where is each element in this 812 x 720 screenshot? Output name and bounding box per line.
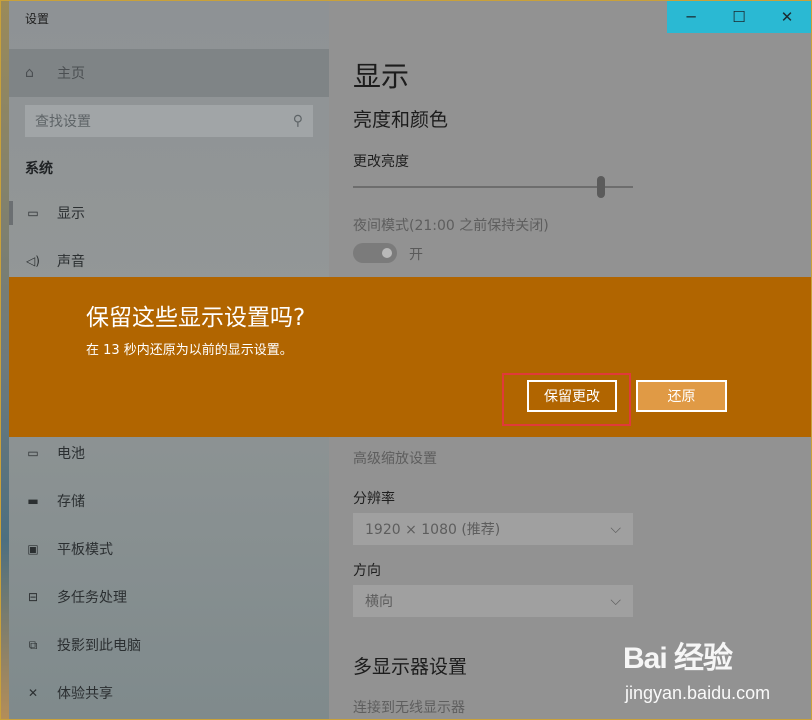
watermark-logo: Bai 经验 xyxy=(623,642,733,675)
multi-display-section-heading: 多显示器设置 xyxy=(353,656,468,678)
night-light-toggle[interactable] xyxy=(353,243,397,263)
search-icon: ⚲ xyxy=(292,113,303,129)
sidebar-item-home[interactable]: ⌂ 主页 xyxy=(9,49,329,97)
home-icon: ⌂ xyxy=(25,65,34,81)
sidebar-item-label: 显示 xyxy=(57,206,85,222)
sidebar-item-multitasking[interactable]: ⊟ 多任务处理 xyxy=(25,585,127,609)
brightness-label: 更改亮度 xyxy=(353,154,409,170)
close-button[interactable]: ✕ xyxy=(763,1,811,33)
maximize-button[interactable]: ☐ xyxy=(715,1,763,33)
sidebar-item-storage[interactable]: ▬ 存储 xyxy=(25,489,85,513)
sidebar-item-display[interactable]: ▭ 显示 xyxy=(25,201,85,225)
revert-button[interactable]: 还原 xyxy=(636,380,727,412)
brightness-slider-thumb[interactable] xyxy=(597,176,605,198)
search-input[interactable]: 查找设置 ⚲ xyxy=(25,105,313,137)
watermark-url: jingyan.baidu.com xyxy=(625,683,771,703)
chevron-down-icon: ⌵ xyxy=(610,521,621,537)
storage-icon: ▬ xyxy=(27,494,39,508)
monitor-icon: ▭ xyxy=(27,206,39,220)
brightness-slider-track[interactable] xyxy=(353,186,633,188)
sidebar-item-label: 电池 xyxy=(57,446,85,462)
caption-buttons: ─ ☐ ✕ xyxy=(667,1,811,33)
night-light-state: 开 xyxy=(409,247,423,263)
night-light-label: 夜间模式(21:00 之前保持关闭) xyxy=(353,218,549,234)
brightness-section-heading: 亮度和颜色 xyxy=(353,109,449,131)
settings-window: 设置 ─ ☐ ✕ ⌂ 主页 查找设置 ⚲ 系统 ▭ 显示 ◁) 声音 ▭ 电池 … xyxy=(0,0,812,720)
sidebar-item-tablet-mode[interactable]: ▣ 平板模式 xyxy=(25,537,113,561)
minimize-button[interactable]: ─ xyxy=(667,1,715,33)
battery-icon: ▭ xyxy=(27,446,39,460)
sidebar-item-label: 体验共享 xyxy=(57,686,113,702)
speaker-icon: ◁) xyxy=(26,254,40,268)
share-icon: ✕ xyxy=(27,686,39,700)
advanced-scaling-link[interactable]: 高级缩放设置 xyxy=(353,448,437,468)
sidebar-item-label: 投影到此电脑 xyxy=(57,638,141,654)
orientation-value: 横向 xyxy=(365,594,393,610)
sidebar-item-label: 存储 xyxy=(57,494,85,510)
sidebar-item-sound[interactable]: ◁) 声音 xyxy=(25,249,85,273)
dialog-message: 在 13 秒内还原为以前的显示设置。 xyxy=(86,343,293,358)
tablet-mode-icon: ▣ xyxy=(27,542,39,556)
wireless-display-link[interactable]: 连接到无线显示器 xyxy=(353,697,465,717)
sidebar-item-project[interactable]: ⧉ 投影到此电脑 xyxy=(25,633,141,657)
page-title: 显示 xyxy=(353,60,410,93)
sidebar-item-label: 声音 xyxy=(57,254,85,270)
annotation-highlight-box xyxy=(502,373,631,426)
dialog-title: 保留这些显示设置吗? xyxy=(86,305,306,331)
chevron-down-icon: ⌵ xyxy=(610,593,621,609)
toggle-knob xyxy=(382,248,392,258)
selection-indicator xyxy=(9,201,13,225)
sidebar-item-label: 平板模式 xyxy=(57,542,113,558)
resolution-dropdown[interactable]: 1920 × 1080 (推荐) ⌵ xyxy=(353,513,633,545)
sidebar-section-label: 系统 xyxy=(25,161,53,177)
window-title: 设置 xyxy=(25,12,50,26)
sidebar-item-battery[interactable]: ▭ 电池 xyxy=(25,441,85,465)
sidebar-item-label: 多任务处理 xyxy=(57,590,127,606)
sidebar-item-label: 主页 xyxy=(57,66,85,82)
resolution-label: 分辨率 xyxy=(353,491,395,507)
desktop-edge xyxy=(1,1,9,719)
project-icon: ⧉ xyxy=(28,637,38,652)
watermark: Bai 经验 jingyan.baidu.com xyxy=(623,633,809,715)
sidebar-item-shared-experiences[interactable]: ✕ 体验共享 xyxy=(25,681,113,705)
keep-display-settings-dialog: 保留这些显示设置吗? 在 13 秒内还原为以前的显示设置。 保留更改 还原 xyxy=(9,277,811,437)
orientation-label: 方向 xyxy=(353,563,381,579)
orientation-dropdown[interactable]: 横向 ⌵ xyxy=(353,585,633,617)
multitasking-icon: ⊟ xyxy=(27,590,39,604)
resolution-value: 1920 × 1080 (推荐) xyxy=(365,522,501,538)
search-placeholder: 查找设置 xyxy=(35,114,91,130)
